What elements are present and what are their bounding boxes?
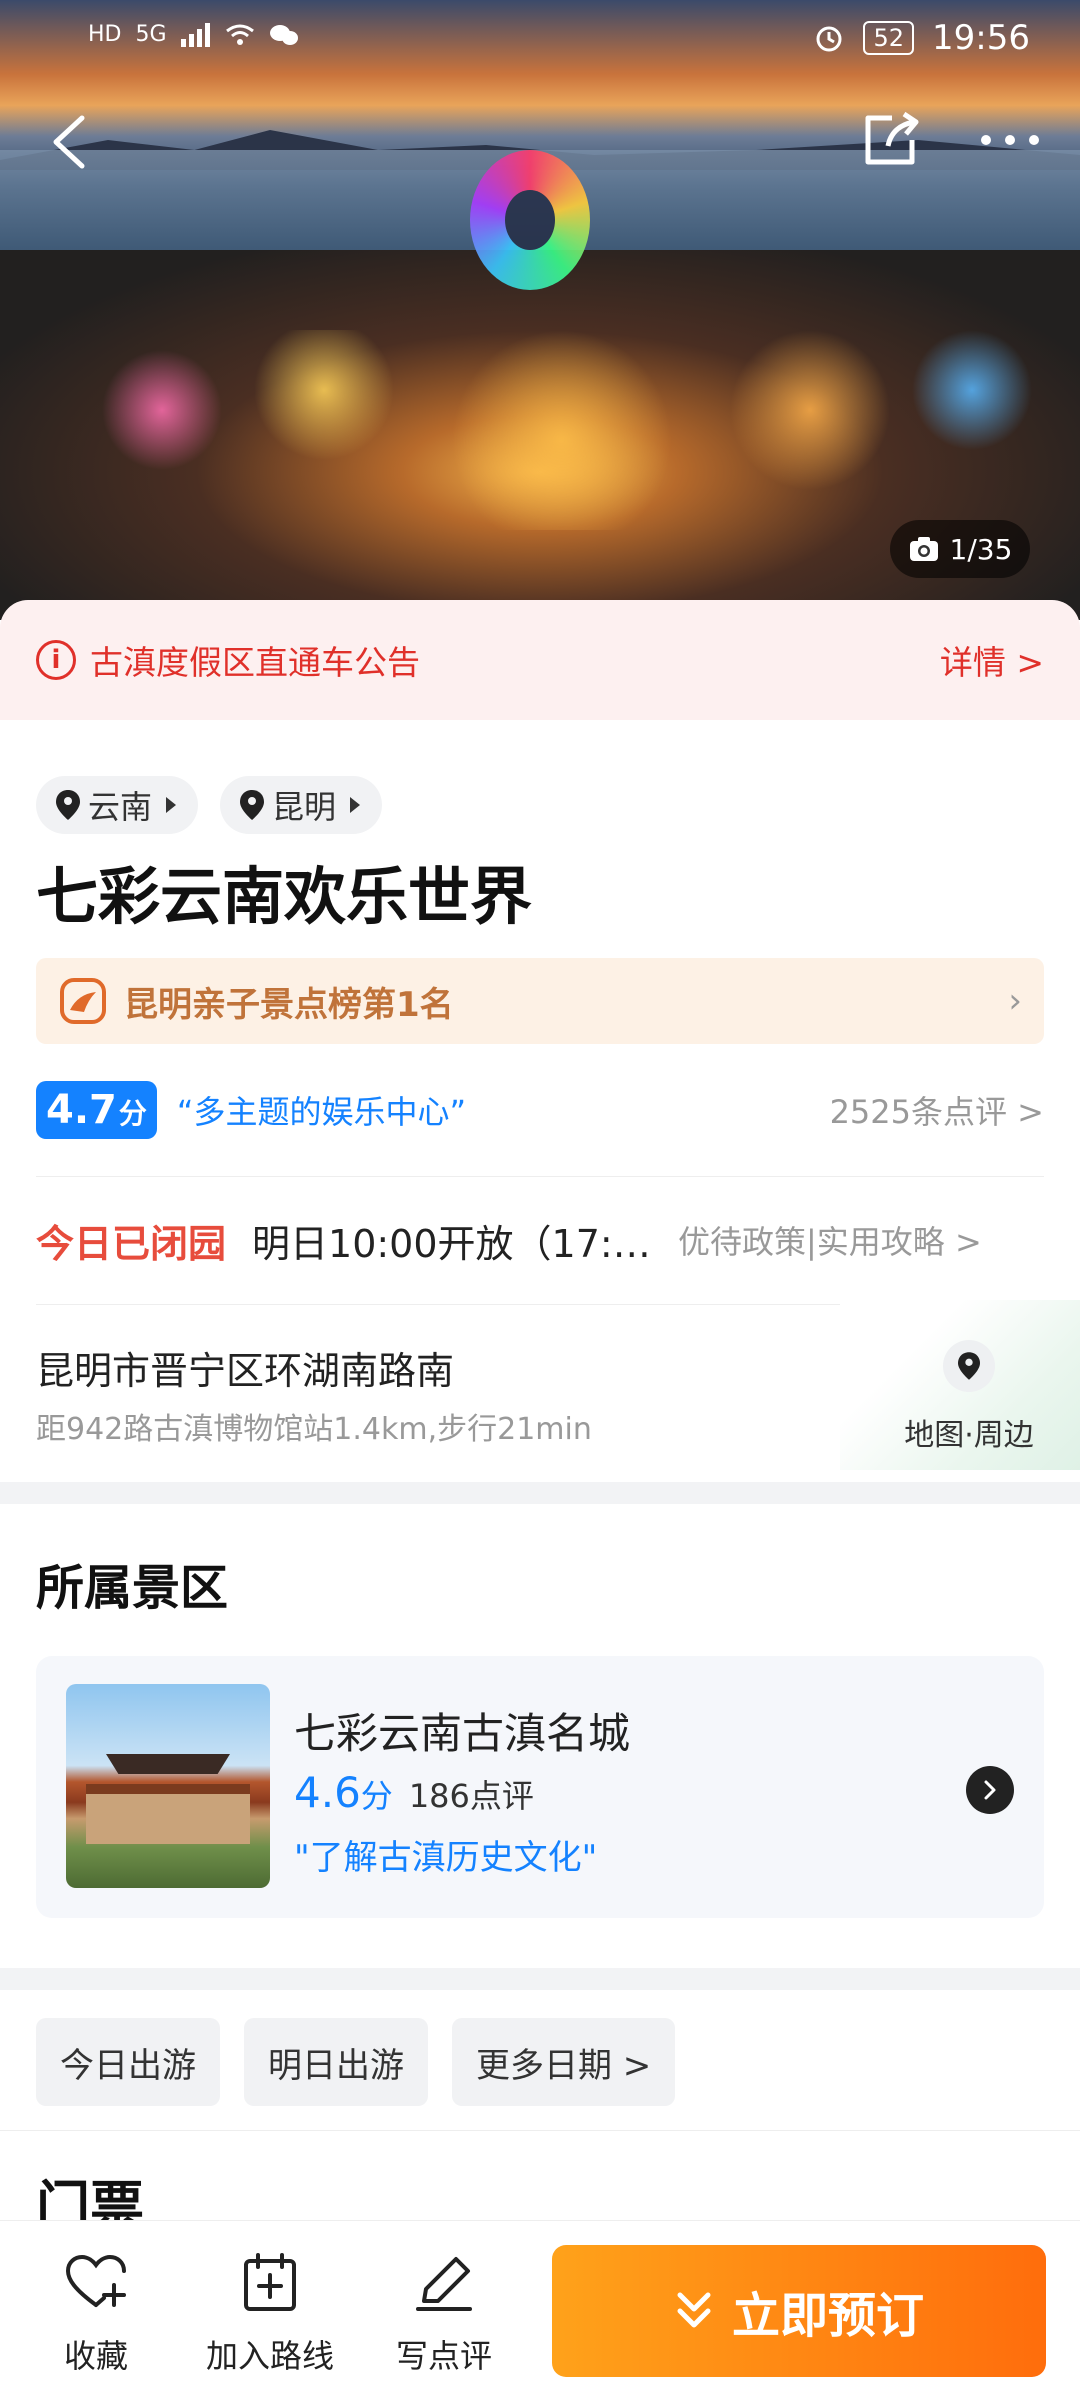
hd-icon: HD [88,22,122,47]
add-route-label: 加入路线 [205,2337,334,2375]
ranking-banner[interactable]: 昆明亲子景点榜第1名 › [36,958,1044,1044]
location-tag-label: 云南 [88,788,153,826]
review-count-link[interactable]: 2525条点评 > [830,1087,1044,1133]
divider [0,2130,1080,2131]
next-opening: 明日10:00开放（17:00停止入园） [252,1221,662,1266]
chevron-right-icon: › [1008,981,1022,1021]
bottom-action-bar: 收藏 加入路线 写点评 立即预订 [0,2220,1080,2400]
location-pin-icon [56,790,80,820]
hero-ferris-wheel [470,150,590,290]
ranking-text: 昆明亲子景点榜第1名 [124,984,454,1025]
scenic-name: 七彩云南古滇名城 [294,1709,631,1758]
divider [36,1176,1044,1177]
policy-guide-link[interactable]: 优待政策|实用攻略 > [678,1217,982,1263]
location-pin-icon [240,790,265,820]
network-icon: 5G [135,22,167,47]
address-text: 昆明市晋宁区环湖南路南 [36,1349,455,1393]
share-icon[interactable] [858,108,922,172]
favorite-button[interactable]: 收藏 [16,2251,176,2377]
parent-scenic-card[interactable]: 七彩云南古滇名城 4.6 分 186点评 "了解古滇历史文化" [36,1656,1044,1918]
scenic-score: 4.6 [294,1768,361,1817]
caret-right-icon [166,797,177,813]
favorite-label: 收藏 [63,2337,128,2375]
book-now-label: 立即预订 [731,2288,924,2344]
photo-counter[interactable]: 1/35 [890,520,1030,578]
scenic-thumbnail [66,1684,270,1888]
rating-quote: “多主题的娱乐中心” [176,1093,467,1131]
location-tag-label: 昆明 [272,788,337,826]
calendar-plus-icon [244,2253,296,2311]
map-nearby-label: 地图·周边 [904,1418,1034,1453]
alarm-icon [816,26,842,52]
battery-indicator: 52 [863,21,915,55]
rating-score-badge: 4.7 分 [36,1081,157,1139]
location-tag-city[interactable]: 昆明 [220,776,383,834]
map-nearby-button[interactable]: 地图·周边 [894,1340,1044,1454]
wechat-icon [269,24,298,45]
double-chevron-down-icon [677,2292,711,2328]
pencil-icon [416,2257,472,2311]
rating-unit: 分 [118,1097,147,1130]
date-tomorrow-button[interactable]: 明日出游 [244,2018,428,2106]
scenic-score-unit: 分 [360,1777,393,1815]
camera-icon [909,537,938,561]
back-icon[interactable] [44,112,94,172]
transit-distance: 距942路古滇博物馆站1.4km,步行21min [36,1412,592,1447]
write-review-button[interactable]: 写点评 [364,2251,524,2377]
scenic-rating: 4.6 分 186点评 [294,1768,534,1817]
hero-lights [0,330,1080,530]
add-route-button[interactable]: 加入路线 [190,2251,350,2377]
scenic-review-count: 186点评 [408,1777,534,1815]
notice-banner[interactable]: i 古滇度假区直通车公告 详情 > [0,600,1080,720]
rating-row[interactable]: 4.7 分 “多主题的娱乐中心” 2525条点评 > [36,1080,1044,1140]
section-separator [0,1482,1080,1504]
map-pin-icon [943,1340,995,1392]
write-review-label: 写点评 [395,2337,492,2375]
section-separator [0,1968,1080,1990]
wifi-icon [225,24,254,45]
location-tag-province[interactable]: 云南 [36,776,199,834]
scenic-quote: "了解古滇历史文化" [294,1838,598,1878]
opening-hours-row[interactable]: 今日已闭园 明日10:00开放（17:00停止入园） 优待政策|实用攻略 > [36,1210,1044,1270]
clock: 19:56 [932,18,1030,58]
closed-status: 今日已闭园 [36,1221,227,1266]
status-bar: HD 5G 52 19:56 [0,0,1080,80]
chevron-right-circle-icon[interactable] [966,1766,1014,1814]
date-more-button[interactable]: 更多日期 > [452,2018,676,2106]
scenic-area-heading: 所属景区 [36,1560,229,1616]
notice-details-link[interactable]: 详情 > [940,636,1044,684]
location-tags: 云南 昆明 [36,776,383,834]
address-row[interactable]: 昆明市晋宁区环湖南路南 距942路古滇博物馆站1.4km,步行21min 地图·… [36,1300,1080,1470]
date-selector: 今日出游 明日出游 更多日期 > [36,2018,676,2106]
ranking-badge-icon [60,978,106,1024]
more-icon[interactable] [978,120,1042,160]
photo-count-text: 1/35 [949,532,1013,566]
attraction-title: 七彩云南欢乐世界 [36,860,533,933]
date-today-button[interactable]: 今日出游 [36,2018,220,2106]
book-now-button[interactable]: 立即预订 [552,2245,1046,2377]
notice-text: 古滇度假区直通车公告 [90,643,420,682]
rating-score: 4.7 [46,1087,117,1133]
info-icon: i [36,640,76,680]
caret-right-icon [350,797,361,813]
signal-icon [180,22,210,47]
heart-plus-icon [65,2254,126,2307]
